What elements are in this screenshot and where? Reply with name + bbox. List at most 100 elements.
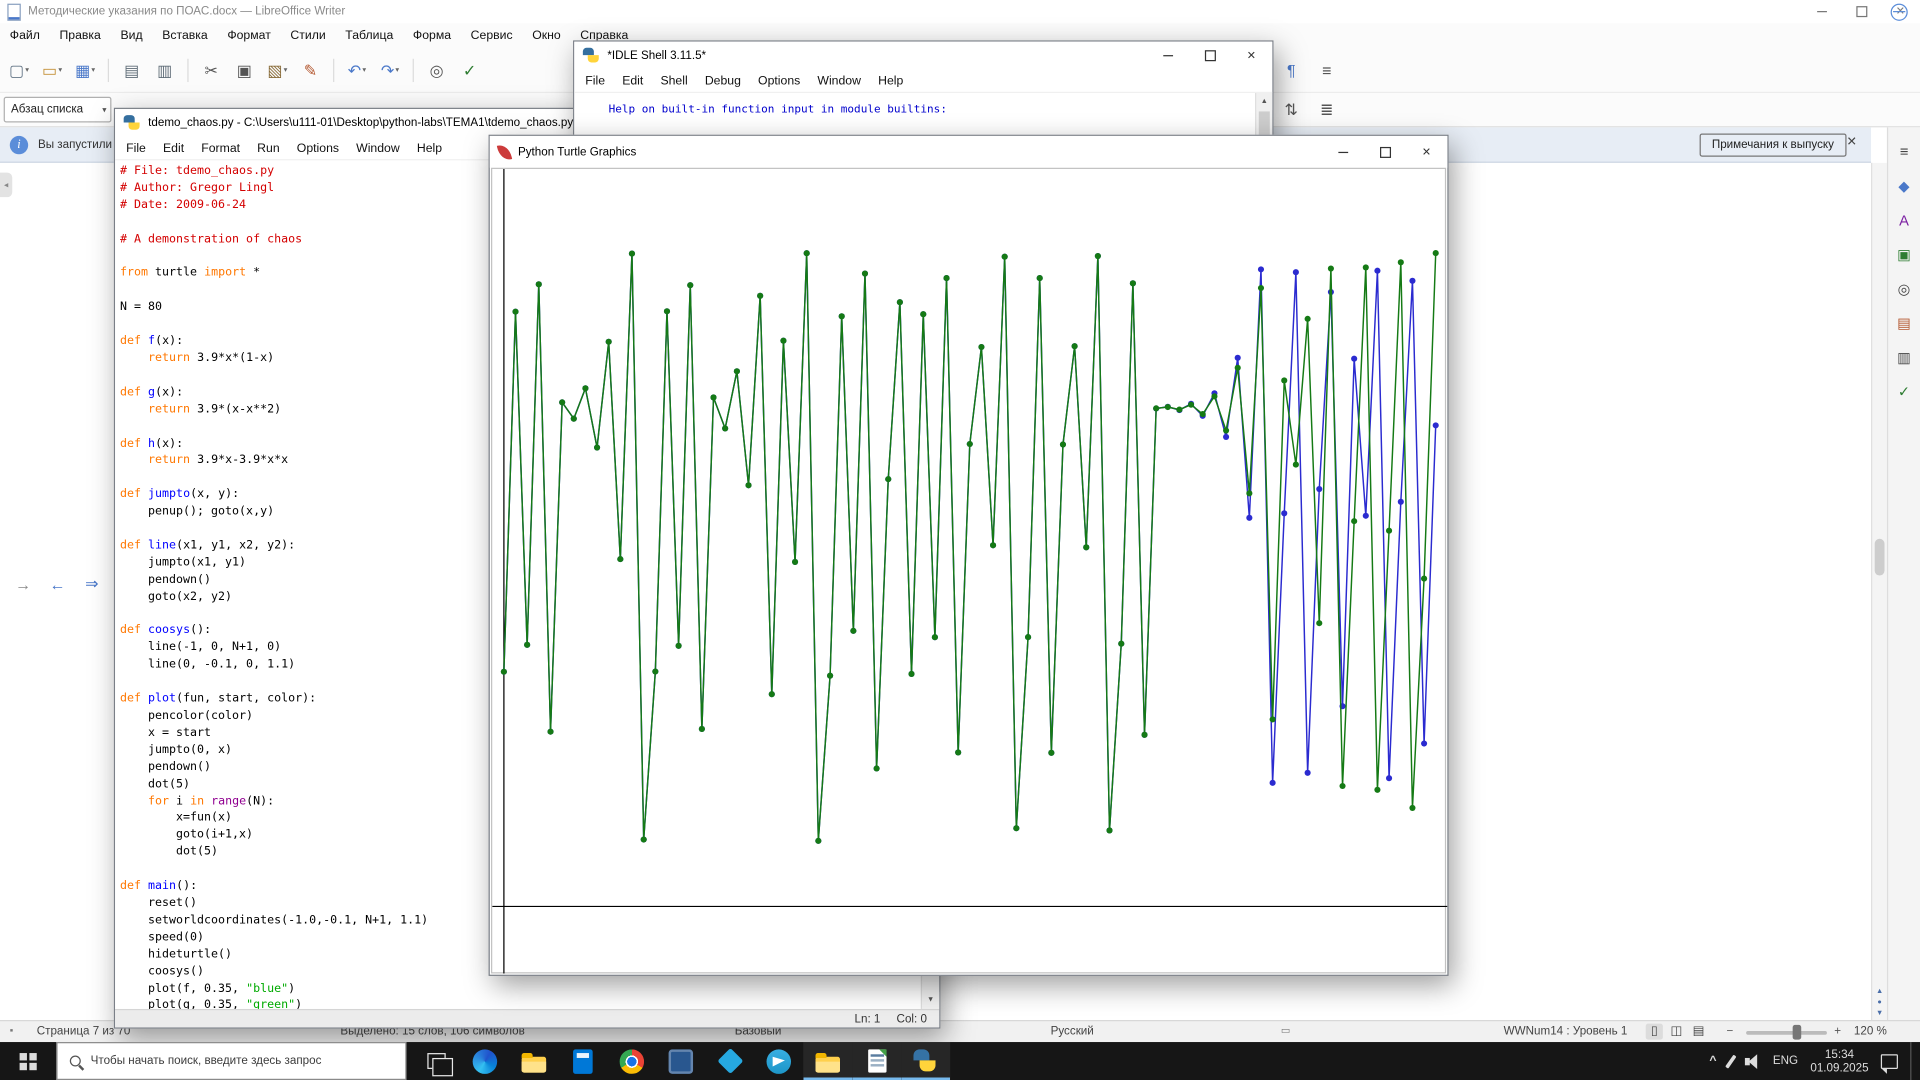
- show-desktop-strip[interactable]: [1910, 1042, 1915, 1080]
- menu-item-4[interactable]: Options: [749, 74, 808, 87]
- clone-formatting-icon[interactable]: ✎: [295, 55, 326, 86]
- previous-page-icon[interactable]: ←: [45, 573, 69, 595]
- styles-icon[interactable]: A: [1891, 207, 1918, 234]
- volume-icon[interactable]: [1744, 1053, 1761, 1069]
- save-icon[interactable]: ▦ ▾: [70, 55, 101, 86]
- menu-item-1[interactable]: Edit: [154, 141, 192, 154]
- find-replace-icon[interactable]: ◎: [421, 55, 452, 86]
- new-document-icon[interactable]: ▢ ▾: [4, 55, 35, 86]
- formatting-marks-icon[interactable]: ¶: [1276, 55, 1307, 86]
- menu-item-0[interactable]: File: [577, 74, 614, 87]
- menu-item-2[interactable]: Format: [193, 141, 249, 154]
- close-button[interactable]: [1231, 42, 1273, 70]
- line-spacing-icon[interactable]: ≡: [1311, 55, 1342, 86]
- paste-icon[interactable]: ▧ ▾: [262, 55, 293, 86]
- paragraph-style-combo[interactable]: Абзац списка ▾: [3, 96, 112, 123]
- writer-titlebar[interactable]: Методические указания по ПОАС.docx — Lib…: [0, 0, 1920, 24]
- taskbar-vscode[interactable]: [705, 1042, 754, 1080]
- taskbar-app-blue[interactable]: [656, 1042, 705, 1080]
- single-page-view-icon[interactable]: ▯: [1645, 1023, 1663, 1040]
- search-input[interactable]: [90, 1054, 397, 1068]
- maximize-button[interactable]: [1189, 42, 1231, 70]
- previous-page-icon[interactable]: ▲: [1876, 988, 1883, 995]
- menu-item-2[interactable]: Shell: [652, 74, 696, 87]
- book-view-icon[interactable]: ▤: [1690, 1024, 1707, 1040]
- sort-ascending-icon[interactable]: ⇅: [1276, 94, 1307, 125]
- scrollbar-thumb[interactable]: [1874, 538, 1885, 576]
- menu-item-3[interactable]: Debug: [696, 74, 749, 87]
- menu-item-6[interactable]: Help: [870, 74, 912, 87]
- taskbar-python-idle[interactable]: [901, 1042, 951, 1080]
- menu-item-9[interactable]: Окно: [522, 29, 570, 42]
- multi-page-view-icon[interactable]: ◫: [1668, 1024, 1685, 1040]
- undo-icon[interactable]: ↶ ▾: [342, 55, 373, 86]
- next-page-icon[interactable]: ▼: [1876, 1010, 1883, 1017]
- taskbar-clock[interactable]: 15:34 01.09.2025: [1810, 1048, 1868, 1075]
- pen-icon[interactable]: [1724, 1053, 1737, 1069]
- menu-item-1[interactable]: Правка: [50, 29, 111, 42]
- infobar-close-icon[interactable]: ✕: [1847, 136, 1857, 149]
- writer-vertical-scrollbar[interactable]: ▲ ● ▼: [1871, 162, 1887, 1021]
- taskbar-file-explorer-open[interactable]: [803, 1042, 853, 1080]
- scroll-down-icon[interactable]: ▼: [922, 991, 940, 1009]
- print-icon[interactable]: ▤: [116, 55, 147, 86]
- menu-item-7[interactable]: Форма: [403, 29, 461, 42]
- menu-item-6[interactable]: Help: [408, 141, 450, 154]
- spelling-icon[interactable]: ✓: [454, 55, 485, 86]
- menu-item-4[interactable]: Формат: [218, 29, 281, 42]
- outline-list-icon[interactable]: ≣: [1311, 94, 1342, 125]
- accessibility-check-icon[interactable]: ✓: [1891, 378, 1918, 405]
- page-deck-icon[interactable]: ▤: [1891, 310, 1918, 337]
- menu-item-1[interactable]: Edit: [614, 74, 652, 87]
- menu-item-0[interactable]: Файл: [0, 29, 50, 42]
- shell-titlebar[interactable]: *IDLE Shell 3.11.5*: [574, 41, 1273, 70]
- properties-icon[interactable]: ◆: [1891, 173, 1918, 200]
- help-globe-icon[interactable]: [1890, 3, 1908, 21]
- menu-item-3[interactable]: Вставка: [152, 29, 217, 42]
- zoom-in-button[interactable]: +: [1834, 1025, 1841, 1038]
- status-language[interactable]: Русский: [1051, 1025, 1094, 1038]
- open-file-icon[interactable]: ▭ ▾: [37, 55, 68, 86]
- taskbar-search[interactable]: [56, 1042, 407, 1080]
- cut-icon[interactable]: ✂: [196, 55, 227, 86]
- language-indicator[interactable]: ENG: [1773, 1054, 1798, 1067]
- maximize-button[interactable]: [1364, 136, 1406, 168]
- print-preview-icon[interactable]: ▥: [149, 55, 180, 86]
- sidebar-menu-icon[interactable]: ≡: [1891, 138, 1918, 165]
- taskbar-edge[interactable]: [460, 1042, 509, 1080]
- selection-mode-icon[interactable]: ▭: [1281, 1025, 1290, 1036]
- redo-icon[interactable]: ↷ ▾: [375, 55, 406, 86]
- menu-item-2[interactable]: Вид: [111, 29, 153, 42]
- taskbar-task-view[interactable]: [411, 1042, 460, 1080]
- turtle-titlebar[interactable]: Python Turtle Graphics: [489, 135, 1448, 168]
- zoom-slider[interactable]: [1746, 1024, 1827, 1040]
- menu-item-0[interactable]: File: [118, 141, 155, 154]
- taskbar-calculator[interactable]: [558, 1042, 607, 1080]
- tray-expand-icon[interactable]: ^: [1709, 1054, 1716, 1067]
- menu-item-6[interactable]: Таблица: [335, 29, 403, 42]
- taskbar-libreoffice-writer[interactable]: [852, 1042, 902, 1080]
- menu-item-5[interactable]: Window: [809, 74, 870, 87]
- navigate-by-icon[interactable]: →: [11, 573, 35, 595]
- gallery-icon[interactable]: ▣: [1891, 241, 1918, 268]
- navigation-dot-icon[interactable]: ●: [1877, 999, 1881, 1006]
- next-page-icon[interactable]: ⇒: [80, 573, 104, 595]
- menu-item-5[interactable]: Стили: [281, 29, 336, 42]
- minimize-button[interactable]: [1802, 0, 1841, 23]
- menu-item-5[interactable]: Window: [348, 141, 409, 154]
- zoom-out-button[interactable]: −: [1727, 1025, 1734, 1038]
- minimize-button[interactable]: [1322, 136, 1364, 168]
- navigator-icon[interactable]: ◎: [1891, 276, 1918, 303]
- taskbar-file-explorer[interactable]: [509, 1042, 558, 1080]
- zoom-slider-thumb[interactable]: [1792, 1024, 1802, 1040]
- menu-item-4[interactable]: Options: [288, 141, 347, 154]
- release-notes-button[interactable]: Примечания к выпуску: [1699, 133, 1847, 157]
- menu-item-3[interactable]: Run: [249, 141, 289, 154]
- scroll-up-icon[interactable]: ▲: [1256, 93, 1273, 111]
- taskbar-chrome[interactable]: [607, 1042, 656, 1080]
- taskbar-telegram[interactable]: [754, 1042, 803, 1080]
- copy-icon[interactable]: ▣: [229, 55, 260, 86]
- style-inspector-icon[interactable]: ▥: [1891, 344, 1918, 371]
- maximize-button[interactable]: [1842, 0, 1881, 23]
- status-zoom-value[interactable]: 120 %: [1854, 1025, 1887, 1038]
